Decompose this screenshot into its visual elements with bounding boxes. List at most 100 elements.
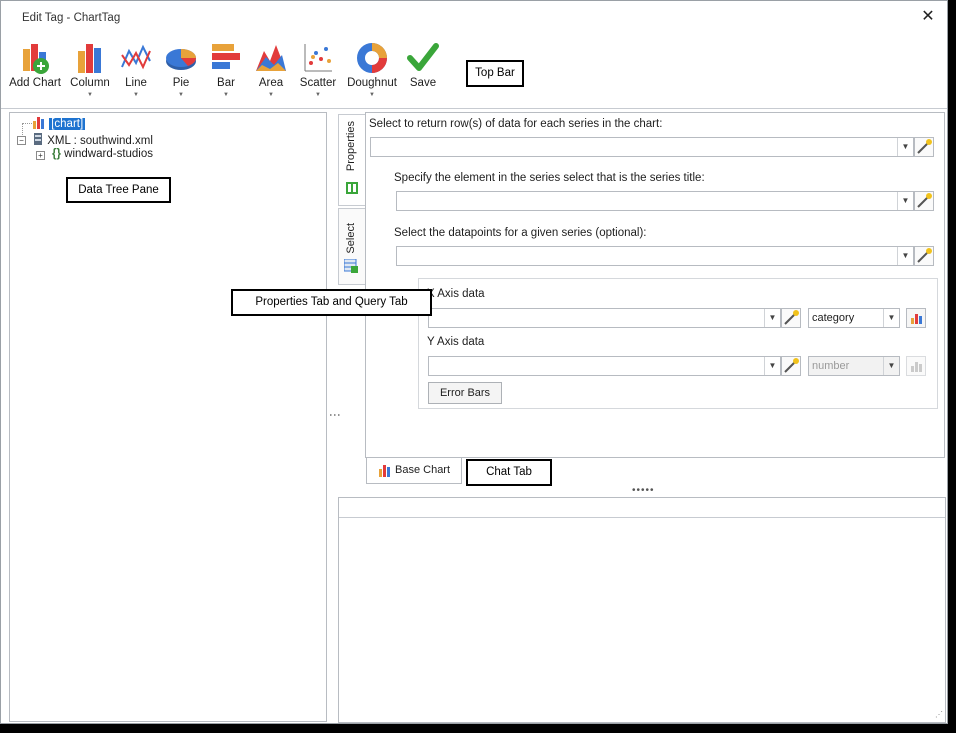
tab-properties[interactable]: Properties (338, 114, 366, 206)
chevron-down-icon: ▼ (133, 92, 139, 98)
line-label: Line (125, 77, 147, 89)
column-chart-button[interactable]: Column ▼ (69, 41, 111, 103)
tree-node-chart[interactable]: [chart] (32, 116, 86, 130)
column-label: Column (70, 77, 110, 89)
chevron-down-icon: ▼ (268, 92, 274, 98)
add-chart-icon (23, 44, 49, 74)
bar-label: Bar (217, 77, 235, 89)
chevron-down-icon: ▼ (883, 357, 899, 375)
y-axis-type-value: number (812, 360, 850, 372)
tab-select-label: Select (345, 223, 357, 254)
datapoints-combo[interactable]: ▼ (396, 246, 914, 266)
close-icon[interactable]: ✕ (917, 6, 939, 28)
tab-properties-label: Properties (345, 121, 357, 172)
preview-divider (339, 517, 945, 518)
x-axis-type-select[interactable]: category ▼ (808, 308, 900, 328)
pie-chart-icon (166, 49, 197, 70)
x-axis-format-button[interactable] (906, 308, 926, 328)
magic-wand-icon (784, 358, 799, 373)
magic-wand-icon (784, 310, 799, 325)
data-tree-pane: [chart] − XML : southwind.xml + {} windw… (9, 112, 327, 722)
datapoints-wizard-button[interactable] (914, 246, 934, 266)
add-chart-button[interactable]: Add Chart (9, 41, 61, 103)
series-title-combo[interactable]: ▼ (396, 191, 914, 211)
horizontal-splitter-grip[interactable]: ••••• (632, 485, 655, 496)
select-query-icon (344, 259, 358, 273)
scatter-chart-button[interactable]: Scatter ▼ (297, 41, 339, 103)
magic-wand-icon (917, 193, 932, 208)
series-title-label: Specify the element in the series select… (394, 172, 705, 184)
chevron-down-icon: ▼ (223, 92, 229, 98)
x-axis-wizard-button[interactable] (781, 308, 801, 328)
area-chart-button[interactable]: Area ▼ (253, 41, 289, 103)
braces-icon: {} (52, 148, 61, 160)
chart-preview-pane (338, 497, 946, 723)
tree-node-label: [chart] (49, 118, 86, 130)
column-chart-icon (78, 44, 101, 73)
doughnut-chart-icon (357, 43, 387, 73)
chat-tab-callout: Chat Tab (466, 459, 552, 486)
tree-node-label: XML : southwind.xml (47, 135, 153, 147)
y-axis-wizard-button[interactable] (781, 356, 801, 376)
doughnut-chart-button[interactable]: Doughnut ▼ (346, 41, 398, 103)
edit-tag-window: Edit Tag - ChartTag ✕ Add Chart Column ▼ (0, 0, 948, 724)
chevron-down-icon[interactable]: ▼ (764, 357, 780, 375)
chevron-down-icon[interactable]: ▼ (883, 309, 899, 327)
top-bar-ribbon: Add Chart Column ▼ Line ▼ Pie ▼ Bar ▼ Ar… (1, 35, 947, 109)
tree-node-element[interactable]: {} windward-studios (52, 148, 153, 160)
save-button[interactable]: Save (405, 41, 441, 103)
chevron-down-icon[interactable]: ▼ (897, 192, 913, 210)
bar-chart-icon (212, 44, 240, 69)
magic-wand-icon (917, 139, 932, 154)
vertical-splitter-grip[interactable]: ⋮ (328, 409, 342, 421)
chart-node-icon (33, 117, 44, 129)
add-chart-label: Add Chart (9, 77, 61, 89)
series-select-combo[interactable]: ▼ (370, 137, 914, 157)
x-axis-combo[interactable]: ▼ (428, 308, 781, 328)
tree-node-xml-source[interactable]: XML : southwind.xml (32, 132, 153, 147)
database-icon (34, 133, 42, 145)
y-axis-label: Y Axis data (427, 336, 485, 348)
properties-tab-icon (346, 182, 358, 194)
magic-wand-icon (917, 248, 932, 263)
x-axis-label: X Axis data (427, 288, 485, 300)
chevron-down-icon[interactable]: ▼ (897, 138, 913, 156)
y-axis-format-button (906, 356, 926, 376)
doughnut-label: Doughnut (347, 77, 397, 89)
resize-grip-icon[interactable]: ⋰ (935, 710, 943, 719)
chevron-down-icon: ▼ (178, 92, 184, 98)
series-select-label: Select to return row(s) of data for each… (369, 118, 663, 130)
tree-node-label: windward-studios (64, 148, 154, 160)
axis-format-icon (911, 314, 922, 324)
collapse-icon[interactable]: − (17, 136, 26, 145)
expand-icon[interactable]: + (36, 151, 45, 160)
axis-format-icon (911, 362, 922, 372)
title-bar: Edit Tag - ChartTag ✕ (1, 1, 947, 35)
pie-label: Pie (172, 77, 190, 89)
top-bar-callout: Top Bar (466, 60, 524, 87)
area-chart-icon (256, 45, 286, 71)
bar-chart-button[interactable]: Bar ▼ (208, 41, 244, 103)
tab-select[interactable]: Select (338, 208, 366, 285)
pie-chart-button[interactable]: Pie ▼ (163, 41, 199, 103)
line-chart-icon (121, 44, 151, 70)
area-label: Area (258, 77, 284, 89)
y-axis-type-select: number ▼ (808, 356, 900, 376)
error-bars-button[interactable]: Error Bars (428, 382, 502, 404)
series-select-wizard-button[interactable] (914, 137, 934, 157)
save-label: Save (409, 77, 437, 89)
chevron-down-icon[interactable]: ▼ (897, 247, 913, 265)
y-axis-combo[interactable]: ▼ (428, 356, 781, 376)
save-checkmark-icon (407, 43, 439, 71)
chevron-down-icon[interactable]: ▼ (764, 309, 780, 327)
window-title: Edit Tag - ChartTag (22, 12, 121, 24)
series-title-wizard-button[interactable] (914, 191, 934, 211)
chevron-down-icon: ▼ (315, 92, 321, 98)
tab-base-chart-label: Base Chart (395, 464, 451, 476)
tab-base-chart[interactable]: Base Chart (366, 458, 462, 484)
chevron-down-icon: ▼ (369, 92, 375, 98)
scatter-chart-icon (304, 44, 332, 72)
line-chart-button[interactable]: Line ▼ (119, 41, 153, 103)
properties-query-callout: Properties Tab and Query Tab (231, 289, 432, 316)
base-chart-icon (379, 465, 390, 477)
